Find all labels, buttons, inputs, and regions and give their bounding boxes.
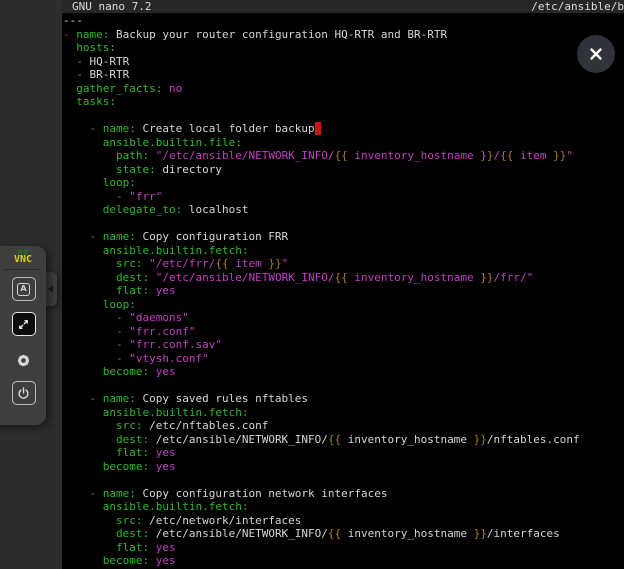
code-line xyxy=(63,473,624,487)
code-line xyxy=(63,109,624,123)
code-line: dest: "/etc/ansible/NETWORK_INFO/{{ inve… xyxy=(63,271,624,285)
code-line: delegate_to: localhost xyxy=(63,203,624,217)
diagonal-arrows-icon xyxy=(16,317,31,332)
code-line: - "vtysh.conf" xyxy=(63,352,624,366)
code-line: - HQ-RTR xyxy=(63,55,624,69)
nano-app-title: GNU nano 7.2 xyxy=(72,0,151,13)
code-line: ansible.builtin.fetch: xyxy=(63,500,624,514)
code-line: gather_facts: no xyxy=(63,82,624,96)
keyboard-button[interactable]: A xyxy=(12,277,36,301)
power-icon xyxy=(16,386,31,401)
fullscreen-button[interactable] xyxy=(12,312,36,336)
code-line: ansible.builtin.fetch: xyxy=(63,244,624,258)
gear-icon xyxy=(13,350,34,371)
code-line: - name: Copy configuration FRR xyxy=(63,230,624,244)
code-line: flat: yes xyxy=(63,541,624,555)
a-keycap-icon: A xyxy=(17,283,30,296)
code-line: ansible.builtin.file: xyxy=(63,136,624,150)
settings-button[interactable] xyxy=(12,348,36,372)
code-line: flat: yes xyxy=(63,446,624,460)
code-line: flat: yes xyxy=(63,284,624,298)
editor-content[interactable]: ---- name: Backup your router configurat… xyxy=(63,14,624,569)
left-arrow-icon xyxy=(48,285,53,293)
code-line: src: /etc/nftables.conf xyxy=(63,419,624,433)
code-line: tasks: xyxy=(63,95,624,109)
vnc-sidebar: no VNC A xyxy=(0,0,62,569)
code-line: hosts: xyxy=(63,41,624,55)
code-line: - "daemons" xyxy=(63,311,624,325)
close-button[interactable] xyxy=(577,35,615,73)
code-line: - "frr.conf" xyxy=(63,325,624,339)
code-line: dest: /etc/ansible/NETWORK_INFO/{{ inven… xyxy=(63,433,624,447)
code-line: become: yes xyxy=(63,554,624,568)
code-line xyxy=(63,379,624,393)
code-line: - BR-RTR xyxy=(63,68,624,82)
novnc-logo: no VNC xyxy=(0,248,46,264)
code-line: - "frr.conf.sav" xyxy=(63,338,624,352)
code-line: - "frr" xyxy=(63,190,624,204)
code-line: --- xyxy=(63,14,624,28)
code-line: src: /etc/network/interfaces xyxy=(63,514,624,528)
code-line: dest: /etc/ansible/NETWORK_INFO/{{ inven… xyxy=(63,527,624,541)
code-line: ansible.builtin.fetch: xyxy=(63,406,624,420)
logo-divider xyxy=(4,269,40,270)
nano-file-path: /etc/ansible/b xyxy=(531,0,624,13)
code-line: loop: xyxy=(63,176,624,190)
code-line: src: "/etc/frr/{{ item }}" xyxy=(63,257,624,271)
code-line: - name: Copy saved rules nftables xyxy=(63,392,624,406)
nano-titlebar: GNU nano 7.2 /etc/ansible/b xyxy=(62,0,624,13)
disconnect-button[interactable] xyxy=(12,381,36,405)
code-line: path: "/etc/ansible/NETWORK_INFO/{{ inve… xyxy=(63,149,624,163)
code-line: - name: Copy configuration network inter… xyxy=(63,487,624,501)
novnc-control-bar: no VNC A xyxy=(0,246,46,425)
code-line: become: yes xyxy=(63,365,624,379)
code-line xyxy=(63,217,624,231)
x-icon xyxy=(588,46,604,62)
code-line: loop: xyxy=(63,298,624,312)
code-line: state: directory xyxy=(63,163,624,177)
code-line: - name: Backup your router configuration… xyxy=(63,28,624,42)
code-line: become: yes xyxy=(63,460,624,474)
code-line: - name: Create local folder backup xyxy=(63,122,624,136)
logo-text-vnc: VNC xyxy=(0,256,46,264)
